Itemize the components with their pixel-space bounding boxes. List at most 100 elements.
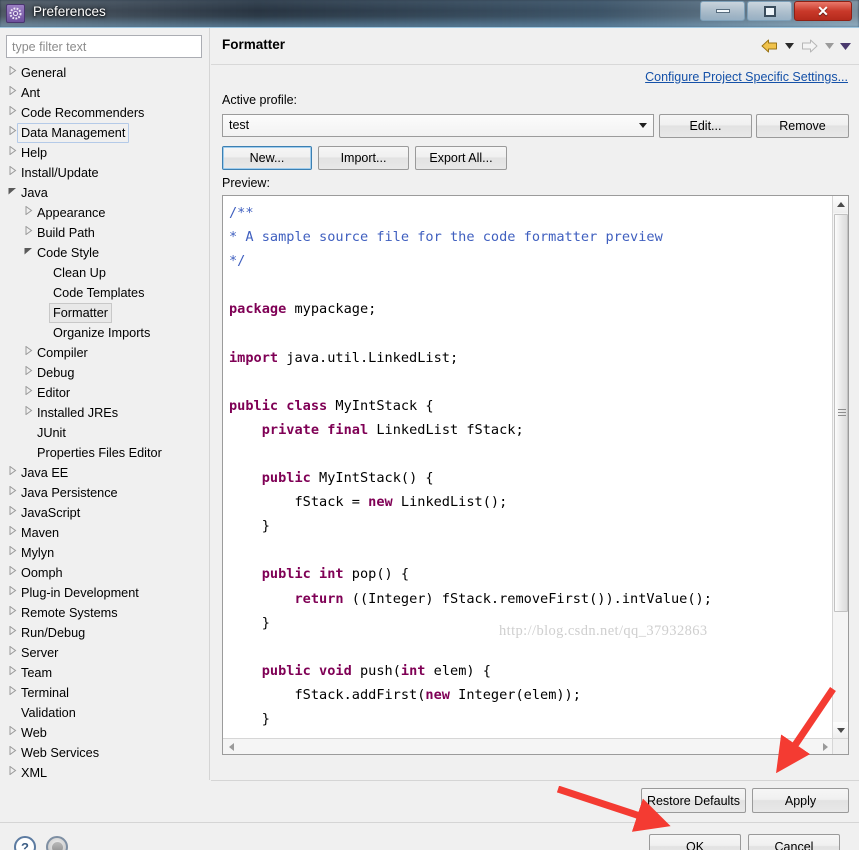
- vertical-scroll-thumb[interactable]: [834, 214, 848, 612]
- tree-collapsed-arrow-icon[interactable]: [6, 663, 18, 683]
- preview-horizontal-scrollbar[interactable]: [223, 738, 833, 754]
- tree-collapsed-arrow-icon[interactable]: [6, 143, 18, 163]
- tree-collapsed-arrow-icon[interactable]: [6, 523, 18, 543]
- cancel-button[interactable]: Cancel: [748, 834, 840, 850]
- close-button[interactable]: ✕: [794, 1, 852, 21]
- sidebar-item-javascript[interactable]: JavaScript: [0, 503, 209, 523]
- sidebar-item-oomph[interactable]: Oomph: [0, 563, 209, 583]
- sidebar-item-java[interactable]: Java: [0, 183, 209, 203]
- tree-collapsed-arrow-icon[interactable]: [6, 543, 18, 563]
- active-profile-combobox[interactable]: test: [222, 114, 654, 137]
- tree-collapsed-arrow-icon[interactable]: [6, 63, 18, 83]
- sidebar-item-help[interactable]: Help: [0, 143, 209, 163]
- tree-collapsed-arrow-icon[interactable]: [6, 463, 18, 483]
- sidebar-item-build-path[interactable]: Build Path: [0, 223, 209, 243]
- new-profile-button[interactable]: New...: [222, 146, 312, 170]
- tree-collapsed-arrow-icon[interactable]: [22, 203, 34, 223]
- edit-profile-button[interactable]: Edit...: [659, 114, 752, 138]
- tree-collapsed-arrow-icon[interactable]: [22, 363, 34, 383]
- sidebar-item-installed-jres[interactable]: Installed JREs: [0, 403, 209, 423]
- tree-collapsed-arrow-icon[interactable]: [6, 763, 18, 780]
- apply-button[interactable]: Apply: [752, 788, 849, 813]
- preferences-tree[interactable]: General Ant Code Recommenders Data Manageme…: [0, 63, 209, 780]
- restore-window-icon[interactable]: [46, 836, 68, 850]
- sidebar-item-validation[interactable]: Validation: [0, 703, 209, 723]
- import-profile-button[interactable]: Import...: [318, 146, 409, 170]
- tree-collapsed-arrow-icon[interactable]: [6, 563, 18, 583]
- scroll-up-arrow-icon[interactable]: [833, 196, 848, 213]
- sidebar-item-remote-systems[interactable]: Remote Systems: [0, 603, 209, 623]
- tree-collapsed-arrow-icon[interactable]: [6, 643, 18, 663]
- view-menu-chevron-down-icon[interactable]: [839, 37, 851, 55]
- tree-collapsed-arrow-icon[interactable]: [6, 503, 18, 523]
- sidebar-item-editor[interactable]: Editor: [0, 383, 209, 403]
- sidebar-item-install-update[interactable]: Install/Update: [0, 163, 209, 183]
- scroll-right-arrow-icon[interactable]: [817, 739, 833, 754]
- tree-expanded-arrow-icon[interactable]: [6, 183, 18, 203]
- sidebar-item-appearance[interactable]: Appearance: [0, 203, 209, 223]
- forward-arrow-icon[interactable]: [799, 37, 819, 55]
- tree-collapsed-arrow-icon[interactable]: [6, 163, 18, 183]
- minimize-button[interactable]: [700, 1, 745, 21]
- tree-collapsed-arrow-icon[interactable]: [22, 403, 34, 423]
- forward-menu-chevron-down-icon[interactable]: [823, 37, 835, 55]
- tree-collapsed-arrow-icon[interactable]: [6, 583, 18, 603]
- maximize-button[interactable]: [747, 1, 792, 21]
- configure-project-specific-settings-link[interactable]: Configure Project Specific Settings...: [645, 70, 848, 84]
- sidebar-item-plug-in-development[interactable]: Plug-in Development: [0, 583, 209, 603]
- sidebar-item-data-management[interactable]: Data Management: [0, 123, 209, 143]
- sidebar-item-properties-files-editor[interactable]: Properties Files Editor: [0, 443, 209, 463]
- sidebar-item-team[interactable]: Team: [0, 663, 209, 683]
- sidebar-item-java-ee[interactable]: Java EE: [0, 463, 209, 483]
- sidebar-item-terminal[interactable]: Terminal: [0, 683, 209, 703]
- sidebar-item-clean-up[interactable]: Clean Up: [0, 263, 209, 283]
- tree-collapsed-arrow-icon[interactable]: [6, 103, 18, 123]
- sidebar-item-junit[interactable]: JUnit: [0, 423, 209, 443]
- tree-collapsed-arrow-icon[interactable]: [6, 623, 18, 643]
- help-question-icon[interactable]: ?: [14, 836, 36, 850]
- tree-collapsed-arrow-icon[interactable]: [6, 603, 18, 623]
- sidebar-item-ant[interactable]: Ant: [0, 83, 209, 103]
- sidebar-item-code-templates[interactable]: Code Templates: [0, 283, 209, 303]
- filter-input[interactable]: [6, 35, 202, 58]
- sidebar-item-formatter[interactable]: Formatter: [0, 303, 209, 323]
- tree-collapsed-arrow-icon[interactable]: [6, 723, 18, 743]
- tree-collapsed-arrow-icon[interactable]: [22, 343, 34, 363]
- tree-collapsed-arrow-icon[interactable]: [22, 383, 34, 403]
- tree-collapsed-arrow-icon[interactable]: [6, 483, 18, 503]
- preview-vertical-scrollbar[interactable]: [832, 196, 848, 739]
- code-line: public int pop() {: [229, 562, 833, 586]
- sidebar-item-code-style[interactable]: Code Style: [0, 243, 209, 263]
- sidebar-item-maven[interactable]: Maven: [0, 523, 209, 543]
- restore-defaults-button[interactable]: Restore Defaults: [641, 788, 746, 813]
- ok-button[interactable]: OK: [649, 834, 741, 850]
- sidebar-item-web-services[interactable]: Web Services: [0, 743, 209, 763]
- sidebar-item-xml[interactable]: XML: [0, 763, 209, 780]
- code-token-pln: MyIntStack() {: [310, 470, 434, 487]
- back-menu-chevron-down-icon[interactable]: [783, 37, 795, 55]
- export-all-button[interactable]: Export All...: [415, 146, 507, 170]
- sidebar-item-server[interactable]: Server: [0, 643, 209, 663]
- code-token-cmt: /**: [229, 205, 254, 221]
- sidebar-item-java-persistence[interactable]: Java Persistence: [0, 483, 209, 503]
- tree-collapsed-arrow-icon[interactable]: [22, 223, 34, 243]
- sidebar-item-organize-imports[interactable]: Organize Imports: [0, 323, 209, 343]
- tree-collapsed-arrow-icon[interactable]: [6, 683, 18, 703]
- sidebar-item-code-recommenders[interactable]: Code Recommenders: [0, 103, 209, 123]
- sidebar-item-mylyn[interactable]: Mylyn: [0, 543, 209, 563]
- tree-collapsed-arrow-icon[interactable]: [6, 83, 18, 103]
- scroll-left-arrow-icon[interactable]: [223, 739, 239, 754]
- tree-expanded-arrow-icon[interactable]: [22, 243, 34, 263]
- back-arrow-icon[interactable]: [759, 37, 779, 55]
- dropdown-arrow-icon[interactable]: [639, 123, 647, 128]
- sidebar-item-web[interactable]: Web: [0, 723, 209, 743]
- sidebar-item-compiler[interactable]: Compiler: [0, 343, 209, 363]
- tree-collapsed-arrow-icon[interactable]: [6, 743, 18, 763]
- sidebar-item-general[interactable]: General: [0, 63, 209, 83]
- sidebar-item-debug[interactable]: Debug: [0, 363, 209, 383]
- scroll-down-arrow-icon[interactable]: [833, 722, 848, 739]
- code-token-pln: MyIntStack {: [327, 397, 434, 414]
- sidebar-item-run-debug[interactable]: Run/Debug: [0, 623, 209, 643]
- remove-profile-button[interactable]: Remove: [756, 114, 849, 138]
